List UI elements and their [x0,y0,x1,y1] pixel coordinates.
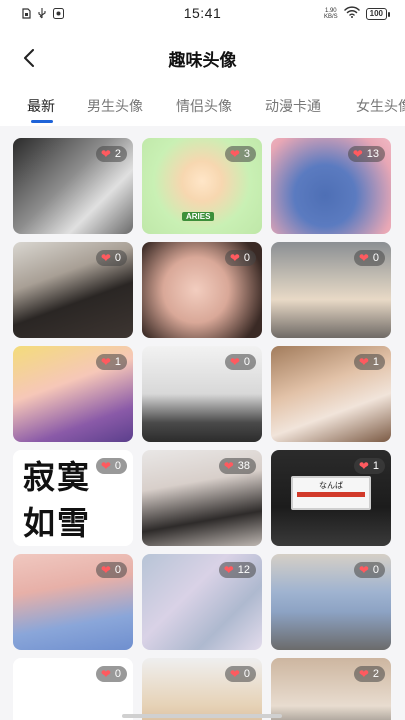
heart-icon: ❤ [100,251,111,265]
like-count: 0 [114,252,121,264]
tab-anime-cartoon[interactable]: 动漫卡通 [265,96,321,116]
tab-female-avatars[interactable]: 女生头像 [356,96,405,116]
like-count: 1 [114,356,121,368]
like-badge[interactable]: ❤ 0 [95,458,127,474]
heart-icon: ❤ [100,459,111,473]
network-speed: 1.90 KB/S [324,8,338,20]
like-count: 3 [243,148,250,160]
like-count: 2 [114,148,121,160]
like-badge[interactable]: ❤ 0 [95,250,127,266]
heart-icon: ❤ [358,667,369,681]
header: 趣味头像 [0,28,405,90]
tab-male-avatars[interactable]: 男生头像 [87,96,143,116]
battery-icon: 100 [365,8,391,20]
like-badge[interactable]: ❤ 3 [224,146,256,162]
like-count: 0 [114,564,121,576]
like-count: 1 [372,460,379,472]
like-badge[interactable]: ❤ 0 [224,250,256,266]
category-tabs: 最新 男生头像 情侣头像 动漫卡通 女生头像 [0,90,405,126]
like-count: 1 [372,356,379,368]
heart-icon: ❤ [229,355,240,369]
heart-icon: ❤ [100,667,111,681]
avatar-card[interactable]: ❤ 0 寂寞 如雪 [13,450,133,546]
avatar-card[interactable]: ❤ 0 [142,242,262,338]
like-count: 0 [114,668,121,680]
heart-icon: ❤ [223,563,234,577]
like-count: 0 [372,252,379,264]
avatar-card[interactable]: ❤ 0 [13,658,133,720]
avatar-card[interactable]: ❤ 0 [271,242,391,338]
avatar-card[interactable]: ❤ 0 [142,658,262,720]
avatar-card[interactable]: ❤ 3 ARIES [142,138,262,234]
like-count: 0 [243,668,250,680]
tab-latest[interactable]: 最新 [27,96,55,116]
status-icons-right: 1.90 KB/S 100 [324,5,391,23]
like-badge[interactable]: ❤ 2 [353,666,385,682]
heart-icon: ❤ [352,147,363,161]
avatar-text-line-1: 寂寞 [23,458,92,496]
heart-icon: ❤ [229,251,240,265]
heart-icon: ❤ [100,563,111,577]
like-badge[interactable]: ❤ 0 [224,354,256,370]
like-badge[interactable]: ❤ 1 [353,458,385,474]
like-badge[interactable]: ❤ 13 [347,146,385,162]
heart-icon: ❤ [223,459,234,473]
status-bar: 15:41 1.90 KB/S 100 [0,0,405,28]
like-badge[interactable]: ❤ 12 [218,562,256,578]
like-count: 13 [366,148,379,160]
heart-icon: ❤ [229,147,240,161]
avatar-text-line-2: 如雪 [23,504,92,542]
heart-icon: ❤ [100,355,111,369]
page-title: 趣味头像 [168,51,237,70]
like-badge[interactable]: ❤ 0 [353,562,385,578]
avatar-card[interactable]: ❤ 13 [271,138,391,234]
like-count: 2 [372,668,379,680]
avatar-card[interactable]: ❤ 0 [142,346,262,442]
like-badge[interactable]: ❤ 1 [95,354,127,370]
like-count: 12 [237,564,250,576]
like-badge[interactable]: ❤ 0 [95,666,127,682]
net-speed-unit: KB/S [323,14,338,20]
avatar-card[interactable]: ❤ 0 [13,554,133,650]
aries-label: ARIES [182,212,215,221]
heart-icon: ❤ [358,355,369,369]
like-count: 0 [243,356,250,368]
avatar-card[interactable]: ❤ 0 [13,242,133,338]
like-badge[interactable]: ❤ 0 [224,666,256,682]
like-count: 0 [114,460,121,472]
avatar-card[interactable]: ❤ 2 [271,658,391,720]
avatar-card[interactable]: ❤ 38 [142,450,262,546]
heart-icon: ❤ [358,459,369,473]
like-badge[interactable]: ❤ 38 [218,458,256,474]
like-badge[interactable]: ❤ 2 [95,146,127,162]
avatar-card[interactable]: ❤ 1 [271,346,391,442]
like-badge[interactable]: ❤ 1 [353,354,385,370]
like-badge[interactable]: ❤ 0 [95,562,127,578]
heart-icon: ❤ [100,147,111,161]
station-sign: なんば [291,476,371,510]
heart-icon: ❤ [229,667,240,681]
like-badge[interactable]: ❤ 0 [353,250,385,266]
like-count: 0 [372,564,379,576]
station-sign-text: なんば [319,481,343,490]
like-count: 38 [237,460,250,472]
avatar-card[interactable]: ❤ 12 [142,554,262,650]
station-sign-bar [297,492,365,497]
tab-couple-avatars[interactable]: 情侣头像 [176,96,232,116]
avatar-grid: ❤ 2 ❤ 3 ARIES ❤ 13 ❤ 0 ❤ 0 ❤ 0 ❤ 1 ❤ 0 ❤ 1 ❤ 0 寂寞 … [0,126,405,720]
avatar-card[interactable]: ❤ 0 [271,554,391,650]
like-count: 0 [243,252,250,264]
heart-icon: ❤ [358,251,369,265]
avatar-card[interactable]: ❤ 1 [13,346,133,442]
wifi-icon [343,5,360,23]
avatar-card[interactable]: ❤ 2 [13,138,133,234]
home-indicator[interactable] [122,714,282,718]
active-tab-indicator [31,120,53,123]
avatar-card[interactable]: ❤ 1 なんば [271,450,391,546]
heart-icon: ❤ [358,563,369,577]
